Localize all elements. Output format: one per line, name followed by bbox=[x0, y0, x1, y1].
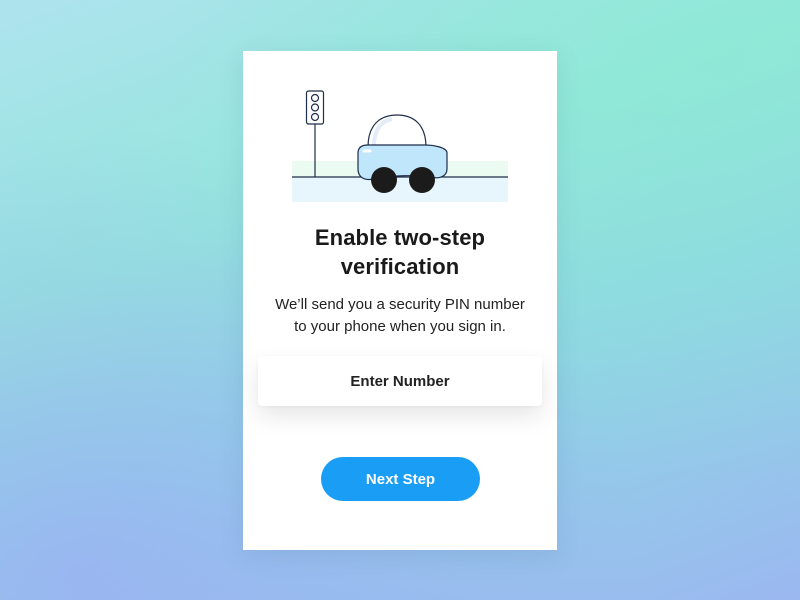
verification-card: Enable two-step verification We’ll send … bbox=[243, 51, 557, 550]
title-line-1: Enable two-step bbox=[314, 225, 486, 250]
description-line-1: We’ll send you a security PIN number bbox=[275, 296, 525, 313]
phone-number-input-label: Enter Number bbox=[350, 372, 450, 390]
next-step-button[interactable]: Next Step bbox=[321, 457, 480, 501]
phone-number-input[interactable]: Enter Number bbox=[258, 356, 542, 406]
road-band bbox=[292, 177, 508, 202]
page-title: Enable two-step verification bbox=[243, 223, 557, 281]
description: We’ll send you a security PIN number to … bbox=[243, 294, 557, 338]
description-line-2: to your phone when you sign in. bbox=[294, 318, 506, 335]
title-line-2: verification bbox=[340, 254, 460, 279]
illustration bbox=[292, 90, 508, 202]
